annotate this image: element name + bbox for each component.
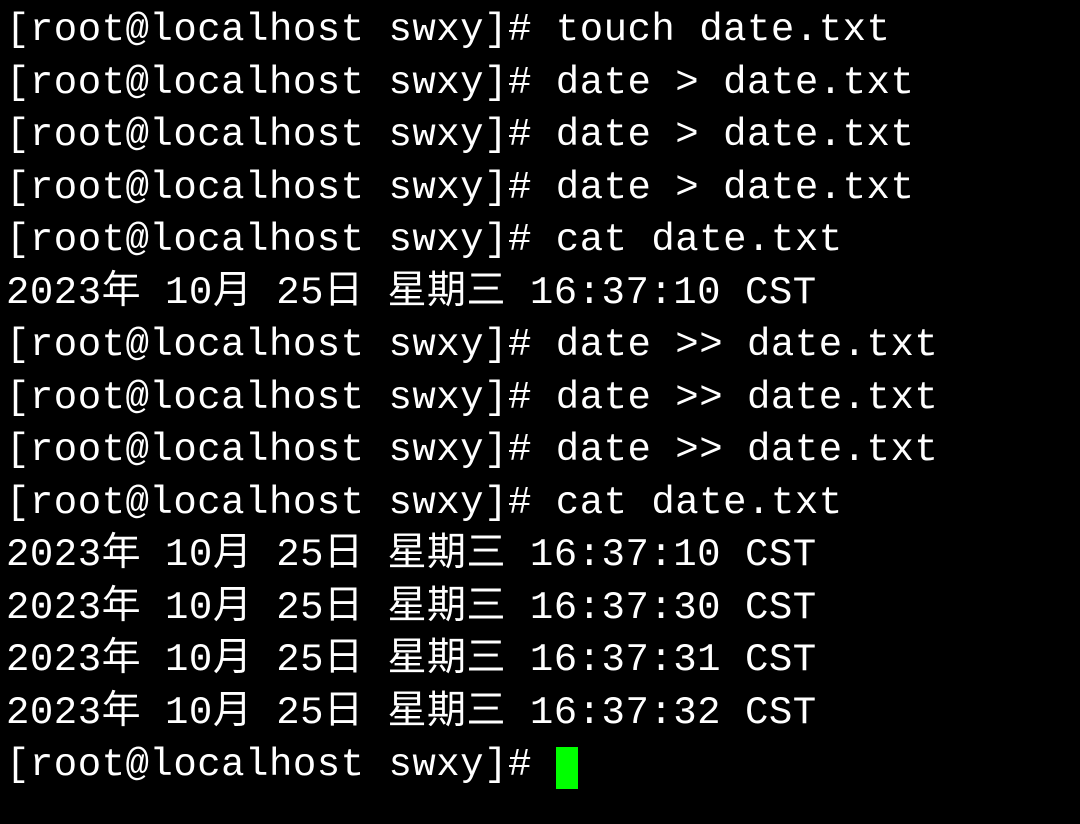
terminal-output-line: 2023年 10月 25日 星期三 16:37:32 CST [6, 687, 1074, 740]
cursor-icon [556, 747, 578, 789]
terminal-line: [root@localhost swxy]# date >> date.txt [6, 424, 1074, 477]
terminal-output-line: 2023年 10月 25日 星期三 16:37:10 CST [6, 529, 1074, 582]
terminal-line: [root@localhost swxy]# date > date.txt [6, 57, 1074, 110]
terminal-output-line: 2023年 10月 25日 星期三 16:37:31 CST [6, 634, 1074, 687]
terminal-line: [root@localhost swxy]# date >> date.txt [6, 372, 1074, 425]
terminal-prompt[interactable]: [root@localhost swxy]# [6, 739, 1074, 792]
terminal-line: [root@localhost swxy]# cat date.txt [6, 477, 1074, 530]
terminal-line: [root@localhost swxy]# date >> date.txt [6, 319, 1074, 372]
terminal-output-line: 2023年 10月 25日 星期三 16:37:30 CST [6, 582, 1074, 635]
terminal-line: [root@localhost swxy]# date > date.txt [6, 162, 1074, 215]
terminal-output-line: 2023年 10月 25日 星期三 16:37:10 CST [6, 267, 1074, 320]
prompt-text: [root@localhost swxy]# [6, 743, 556, 787]
terminal-line: [root@localhost swxy]# touch date.txt [6, 4, 1074, 57]
terminal-line: [root@localhost swxy]# date > date.txt [6, 109, 1074, 162]
terminal-line: [root@localhost swxy]# cat date.txt [6, 214, 1074, 267]
